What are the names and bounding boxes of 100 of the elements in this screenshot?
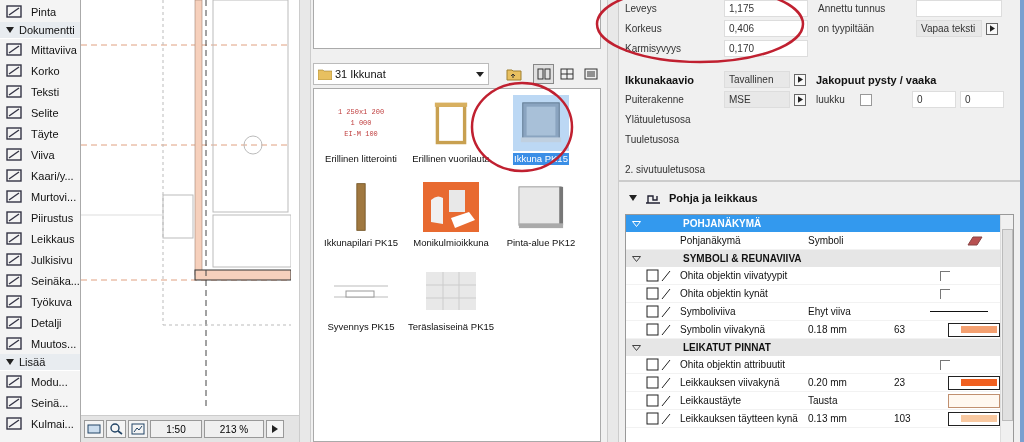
value-field[interactable]: 0,406 (724, 20, 808, 37)
tool-item[interactable]: Selite (0, 102, 80, 123)
tool-icon (5, 293, 23, 310)
table-row[interactable]: Ohita objektin viivatyypit (626, 267, 1000, 285)
tool-item[interactable]: Viiva (0, 144, 80, 165)
folder-dropdown[interactable]: 31 Ikkunat (313, 63, 489, 85)
parameter-label: Korkeus (625, 23, 663, 34)
list-icon (583, 68, 598, 80)
play-arrow-icon (797, 76, 803, 83)
table-row[interactable]: Leikkauksen viivakynä 0.20 mm 23 (626, 374, 1000, 392)
tool-item[interactable]: Detalji (0, 312, 80, 333)
library-item[interactable]: Teräslasiseinä PK15 (406, 263, 496, 347)
triangle-icon (632, 220, 641, 227)
tool-item[interactable]: Seinä... (0, 392, 80, 413)
tool-icon (5, 62, 23, 79)
parameter-name: Ohita objektin attribuutit (680, 359, 787, 370)
toolbox-group-header[interactable]: Dokumentti (0, 22, 80, 39)
arrow-button[interactable] (794, 93, 806, 106)
tool-item[interactable]: Teksti (0, 81, 80, 102)
library-item[interactable]: Ikkunapilari PK15 (316, 179, 406, 263)
tool-item[interactable]: Modu... (0, 371, 80, 392)
parameter-value: 0.13 mm (808, 413, 848, 424)
tool-item[interactable]: Kaari/y... (0, 165, 80, 186)
fit-button[interactable] (128, 420, 148, 438)
item-label: Monikulmioikkuna (412, 237, 490, 249)
table-row[interactable]: Leikkaustäyte Tausta (626, 392, 1000, 410)
parameter-name: Ohita objektin viivatyypit (680, 270, 789, 281)
id-field[interactable] (916, 0, 1002, 17)
tool-icon (5, 146, 23, 163)
tool-icon (5, 209, 23, 226)
scrollbar[interactable] (1000, 215, 1013, 442)
checkbox[interactable] (940, 270, 950, 281)
grid-icon (536, 68, 551, 80)
tool-item[interactable]: Muutos... (0, 333, 80, 354)
library-item[interactable]: Pinta-alue PK12 (496, 179, 586, 263)
toolbox-group-header[interactable]: Lisää (0, 354, 80, 371)
library-item[interactable]: Monikulmioikkuna (406, 179, 496, 263)
section-header[interactable]: Pohja ja leikkaus (619, 186, 1020, 210)
parameter-value: Ehyt viiva (808, 306, 852, 317)
parameter-label: luukku (816, 94, 846, 105)
zoom-button[interactable] (106, 420, 126, 438)
table-row[interactable]: Leikkauksen täytteen kynä 0.13 mm 103 (626, 410, 1000, 428)
parameter-label: Ikkunakaavio (625, 73, 696, 86)
zigzag-icon (131, 423, 145, 435)
symbol-icon (966, 234, 984, 247)
fill-swatch[interactable] (948, 393, 1000, 408)
tool-icon (5, 373, 23, 390)
pen-swatch[interactable] (948, 375, 1000, 390)
panel-thumbnail (516, 183, 566, 231)
arrow-button[interactable] (794, 73, 806, 86)
tool-item[interactable]: Seinäka... (0, 270, 80, 291)
arrow-button[interactable] (266, 420, 284, 438)
checkbox[interactable] (860, 93, 872, 106)
tool-item[interactable]: Kulmai... (0, 413, 80, 434)
tool-item[interactable]: Murtovi... (0, 186, 80, 207)
dropdown-arrow-icon (475, 71, 484, 77)
parameter-value: 0.20 mm (808, 377, 848, 388)
table-row[interactable]: Symboliviiva Ehyt viiva (626, 303, 1000, 321)
arrow-button[interactable] (986, 22, 998, 35)
tool-item[interactable]: Pinta (0, 1, 80, 22)
value-field[interactable]: 1,175 (724, 0, 808, 17)
tool-item[interactable]: Mittaviiva (0, 39, 80, 60)
option-value[interactable]: Tavallinen (724, 71, 790, 88)
tool-icon (5, 415, 23, 432)
tool-icon (5, 230, 23, 247)
tool-item[interactable]: Leikkaus (0, 228, 80, 249)
checkbox[interactable] (940, 359, 950, 370)
parameter-name: Leikkauksen viivakynä (680, 377, 781, 388)
library-item[interactable]: Syvennys PK15 (316, 263, 406, 347)
value-field[interactable]: 0,170 (724, 40, 808, 57)
tool-icon (5, 335, 23, 352)
type-value[interactable]: Vapaa teksti (916, 20, 982, 37)
tool-icon (5, 394, 23, 411)
tool-icon (5, 251, 23, 268)
layers-icon (87, 423, 101, 435)
tool-item[interactable]: Täyte (0, 123, 80, 144)
value-field[interactable]: 0 (960, 91, 1004, 108)
parameter-label: on tyypiltään (818, 23, 876, 34)
large-icons-button[interactable] (533, 64, 554, 84)
tool-item[interactable]: Korko (0, 60, 80, 81)
value-field[interactable]: 0 (912, 91, 956, 108)
tool-item[interactable]: Työkuva (0, 291, 80, 312)
zoom-field[interactable]: 213 % (204, 420, 264, 438)
table-row[interactable]: Ohita objektin attribuutit (626, 356, 1000, 374)
scale-field[interactable]: 1:50 (150, 420, 202, 438)
group-row[interactable]: LEIKATUT PINNAT (626, 339, 1000, 356)
checkbox[interactable] (940, 288, 950, 299)
table-row[interactable]: Ohita objektin kynät (626, 285, 1000, 303)
pen-number: 103 (894, 413, 912, 424)
grid-icon (560, 68, 575, 80)
tool-icon (5, 188, 23, 205)
tool-item[interactable]: Julkisivu (0, 249, 80, 270)
tool-icon (5, 314, 23, 331)
option-value[interactable]: MSE (724, 91, 790, 108)
pen-swatch[interactable] (948, 411, 1000, 426)
pen-swatch[interactable] (948, 322, 1000, 337)
tool-icon (5, 272, 23, 289)
group-row[interactable]: SYMBOLI & REUNAVIIVA (626, 250, 1000, 267)
tool-item[interactable]: Piirustus (0, 207, 80, 228)
tool-icon (5, 3, 23, 20)
